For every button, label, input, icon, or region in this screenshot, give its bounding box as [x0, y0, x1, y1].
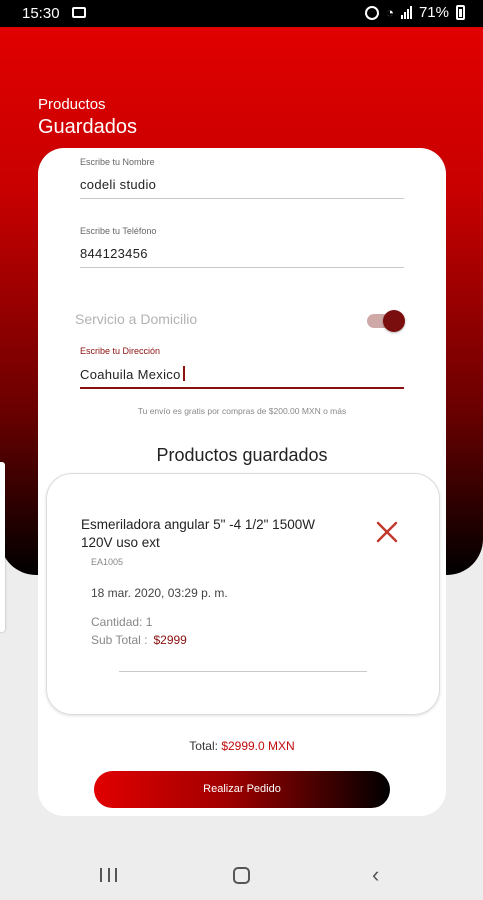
order-total: Total: $2999.0 MXN: [38, 739, 446, 753]
recents-icon[interactable]: [100, 868, 117, 882]
battery-icon: [456, 5, 465, 20]
status-time: 15:30: [22, 5, 60, 22]
shipping-note: Tu envío es gratis por compras de $200.0…: [137, 406, 347, 416]
address-value: Coahuila Mexico: [80, 367, 181, 382]
alarm-icon: [365, 5, 380, 20]
back-icon[interactable]: ‹: [372, 864, 379, 886]
header-title-line1: Productos: [38, 96, 106, 113]
total-amount: $2999.0 MXN: [221, 739, 295, 753]
toggle-knob: [383, 310, 405, 332]
product-divider: [119, 671, 367, 672]
name-field-underline: [80, 198, 404, 199]
place-order-button[interactable]: Realizar Pedido: [94, 771, 390, 808]
delivery-toggle-row: Servicio a Domicilio: [75, 309, 405, 333]
header-title-line2: Guardados: [38, 116, 137, 138]
system-nav-bar: ‹: [0, 850, 483, 900]
phone-field-label: Escribe tu Teléfono: [80, 226, 157, 236]
signal-icon: [400, 6, 412, 19]
address-field-label: Escribe tu Dirección: [80, 346, 161, 356]
gallery-notification-icon: [72, 7, 86, 18]
phone-field[interactable]: Escribe tu Teléfono 844123456: [80, 226, 404, 268]
delivery-toggle[interactable]: [365, 309, 405, 333]
saved-product-card: Esmeriladora angular 5" -4 1/2" 1500W 12…: [46, 473, 440, 715]
saved-products-title: Productos guardados: [156, 445, 328, 465]
product-subtotal: Sub Total : $2999: [91, 633, 187, 647]
delivery-label: Servicio a Domicilio: [75, 311, 198, 327]
status-bar: 15:30 ◔ 71%: [0, 0, 483, 27]
name-field-label: Escribe tu Nombre: [80, 157, 155, 167]
product-date: 18 mar. 2020, 03:29 p. m.: [91, 586, 228, 600]
address-field-underline: [80, 387, 404, 389]
name-input[interactable]: codeli studio: [80, 177, 404, 195]
phone-input[interactable]: 844123456: [80, 246, 404, 264]
product-name: Esmeriladora angular 5" -4 1/2" 1500W 12…: [81, 517, 315, 550]
wifi-icon: ◔: [386, 5, 394, 20]
battery-percent: 71%: [418, 4, 449, 21]
remove-product-icon[interactable]: [374, 519, 400, 545]
total-label: Total:: [189, 739, 218, 753]
address-field[interactable]: Escribe tu Dirección Coahuila Mexico: [80, 346, 404, 389]
address-input[interactable]: Coahuila Mexico: [80, 366, 404, 384]
subtotal-amount: $2999: [153, 633, 187, 647]
product-code: EA1005: [91, 557, 124, 567]
subtotal-label: Sub Total :: [91, 633, 148, 647]
name-field[interactable]: Escribe tu Nombre codeli studio: [80, 157, 404, 199]
side-panel-handle[interactable]: [0, 462, 5, 632]
text-cursor: [182, 366, 185, 381]
phone-field-underline: [80, 267, 404, 268]
home-icon[interactable]: [233, 867, 250, 884]
status-icons: ◔ 71%: [365, 4, 465, 21]
order-form-card: Escribe tu Nombre codeli studio Escribe …: [38, 148, 446, 816]
product-quantity: Cantidad: 1: [91, 615, 153, 629]
